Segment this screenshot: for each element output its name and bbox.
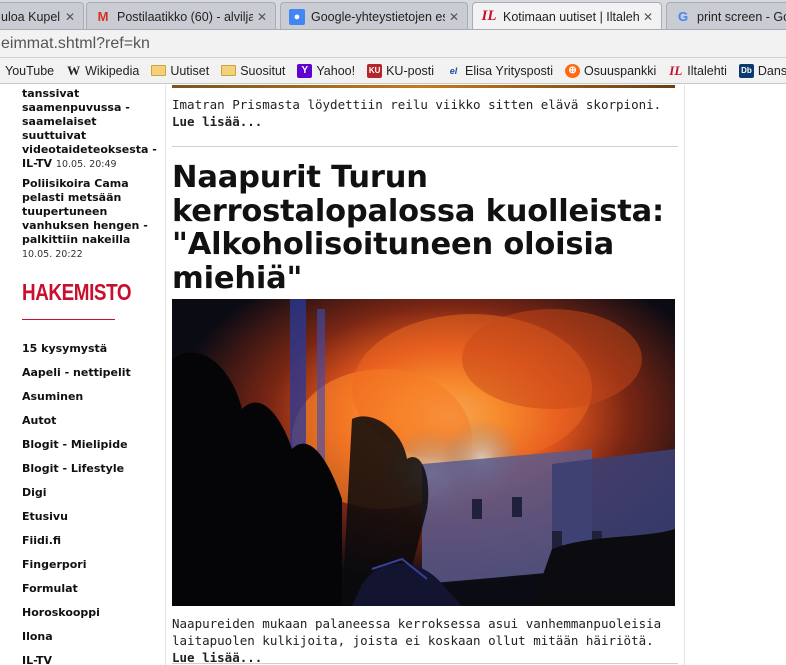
sidebar-news-item[interactable]: Poliisikoira Cama pelasti metsään tuuper…: [22, 177, 162, 262]
bookmark-suositut[interactable]: Suositut: [221, 64, 285, 78]
web-page: tanssivat saamenpuvussa - saamelaiset su…: [0, 85, 786, 665]
article-headline[interactable]: Naapurit Turun kerrostalopalossa kuollei…: [172, 161, 678, 295]
directory-link[interactable]: Fingerpori: [22, 558, 131, 582]
news-item-title: Poliisikoira Cama pelasti metsään tuuper…: [22, 177, 148, 246]
previous-article-image[interactable]: [172, 85, 675, 88]
sidebar: tanssivat saamenpuvussa - saamelaiset su…: [0, 85, 165, 665]
folder-icon: [151, 64, 167, 78]
tab-4-active[interactable]: IL Kotimaan uutiset | Iltaleht ✕: [472, 2, 662, 29]
iltalehti-icon: IL: [669, 62, 683, 78]
bookmark-label: Elisa Yritysposti: [465, 63, 554, 78]
bookmark-uutiset[interactable]: Uutiset: [151, 64, 209, 78]
yahoo-icon: Y: [297, 63, 313, 78]
iltalehti-icon: IL: [481, 8, 497, 24]
lead-text: Naapureiden mukaan palaneessa kerroksess…: [172, 616, 662, 648]
tab-2[interactable]: M Postilaatikko (60) - alviljan ✕: [86, 2, 276, 29]
bookmarks-bar: YouTube W Wikipedia Uutiset Suositut Y Yah…: [0, 58, 786, 84]
url-input[interactable]: [0, 32, 786, 56]
wikipedia-icon: W: [67, 62, 81, 78]
address-bar: [0, 30, 786, 58]
directory-link[interactable]: Digi: [22, 486, 131, 510]
ku-icon: KU: [367, 63, 383, 78]
directory-heading: HAKEMISTO: [22, 279, 132, 305]
tab-title: Kotimaan uutiset | Iltaleht: [503, 9, 639, 24]
bookmark-label: YouTube: [5, 63, 55, 78]
close-icon[interactable]: ✕: [449, 10, 461, 24]
bookmark-label: Suositut: [240, 63, 286, 78]
tab-5[interactable]: G print screen - Goo: [666, 2, 786, 29]
article-photo[interactable]: [172, 299, 675, 606]
bookmark-iltalehti[interactable]: IL Iltalehti: [668, 62, 727, 78]
article-lead: Naapureiden mukaan palaneessa kerroksess…: [172, 615, 678, 665]
bookmark-elisa[interactable]: el Elisa Yritysposti: [446, 64, 553, 78]
previous-article-teaser: Imatran Prismasta löydettiin reilu viikk…: [172, 96, 672, 130]
tab-title: uloa Kupel: [1, 9, 61, 24]
gmail-icon: M: [97, 9, 109, 24]
bookmark-label: Iltalehti: [687, 63, 727, 78]
bookmark-ku-posti[interactable]: KU KU-posti: [367, 63, 435, 78]
bookmark-label: Dansk: [757, 63, 786, 78]
bookmark-label: Wikipedia: [85, 63, 140, 78]
sidebar-news-item[interactable]: tanssivat saamenpuvussa - saamelaiset su…: [22, 87, 162, 172]
close-icon[interactable]: ✕: [643, 10, 655, 24]
directory-link[interactable]: 15 kysymystä: [22, 342, 131, 366]
op-icon: ⊕: [565, 63, 581, 78]
close-icon[interactable]: ✕: [257, 10, 269, 24]
directory-link[interactable]: IL-TV: [22, 654, 131, 665]
bookmark-label: Yahoo!: [316, 63, 356, 78]
directory-link[interactable]: Asuminen: [22, 390, 131, 414]
danske-icon: Db: [738, 63, 754, 78]
news-item-time: 10.05. 20:22: [22, 249, 83, 260]
article-divider: [172, 663, 678, 664]
directory-link[interactable]: Formulat: [22, 582, 131, 606]
directory-link[interactable]: Blogit - Mielipide: [22, 438, 131, 462]
bookmark-youtube[interactable]: YouTube: [5, 64, 54, 78]
directory-link[interactable]: Ilona: [22, 630, 131, 654]
directory-link[interactable]: Autot: [22, 414, 131, 438]
teaser-text: Imatran Prismasta löydettiin reilu viikk…: [172, 97, 662, 112]
column-divider: [165, 85, 166, 665]
news-item-title: tanssivat saamenpuvussa - saamelaiset su…: [22, 87, 157, 170]
close-icon[interactable]: ✕: [65, 10, 77, 24]
bookmark-label: KU-posti: [386, 63, 435, 78]
bookmark-osuuspankki[interactable]: ⊕ Osuuspankki: [565, 63, 657, 78]
google-icon: G: [677, 9, 689, 24]
directory-link[interactable]: Aapeli - nettipelit: [22, 366, 131, 390]
directory-divider: [22, 319, 115, 320]
tab-strip: uloa Kupel ✕ M Postilaatikko (60) - alvi…: [0, 0, 786, 30]
fire-photo: [172, 299, 675, 606]
bookmark-label: Uutiset: [170, 63, 210, 78]
directory-list: 15 kysymystä Aapeli - nettipelit Asuminen A…: [22, 342, 131, 665]
directory-link[interactable]: Fiidi.fi: [22, 534, 131, 558]
tab-3[interactable]: ● Google-yhteystietojen esi ✕: [280, 2, 468, 29]
folder-icon: [221, 64, 237, 78]
bookmark-danske[interactable]: DbDansk: [738, 63, 786, 78]
read-more-link[interactable]: Lue lisää...: [172, 114, 262, 129]
news-item-time: 10.05. 20:49: [55, 159, 117, 170]
bookmark-label: Osuuspankki: [584, 63, 657, 78]
directory-link[interactable]: Horoskooppi: [22, 606, 131, 630]
tab-title: print screen - Goo: [697, 9, 786, 24]
bookmark-yahoo[interactable]: Y Yahoo!: [297, 63, 356, 78]
contacts-icon: ●: [289, 8, 305, 25]
elisa-icon: el: [449, 65, 458, 76]
article-divider: [172, 146, 678, 147]
directory-link[interactable]: Etusivu: [22, 510, 131, 534]
bookmark-wikipedia[interactable]: W Wikipedia: [66, 62, 140, 78]
column-divider: [684, 85, 685, 665]
tab-title: Google-yhteystietojen esi: [311, 9, 445, 24]
directory-link[interactable]: Blogit - Lifestyle: [22, 462, 131, 486]
tab-1[interactable]: uloa Kupel ✕: [0, 2, 84, 29]
tab-title: Postilaatikko (60) - alviljan: [117, 9, 253, 24]
